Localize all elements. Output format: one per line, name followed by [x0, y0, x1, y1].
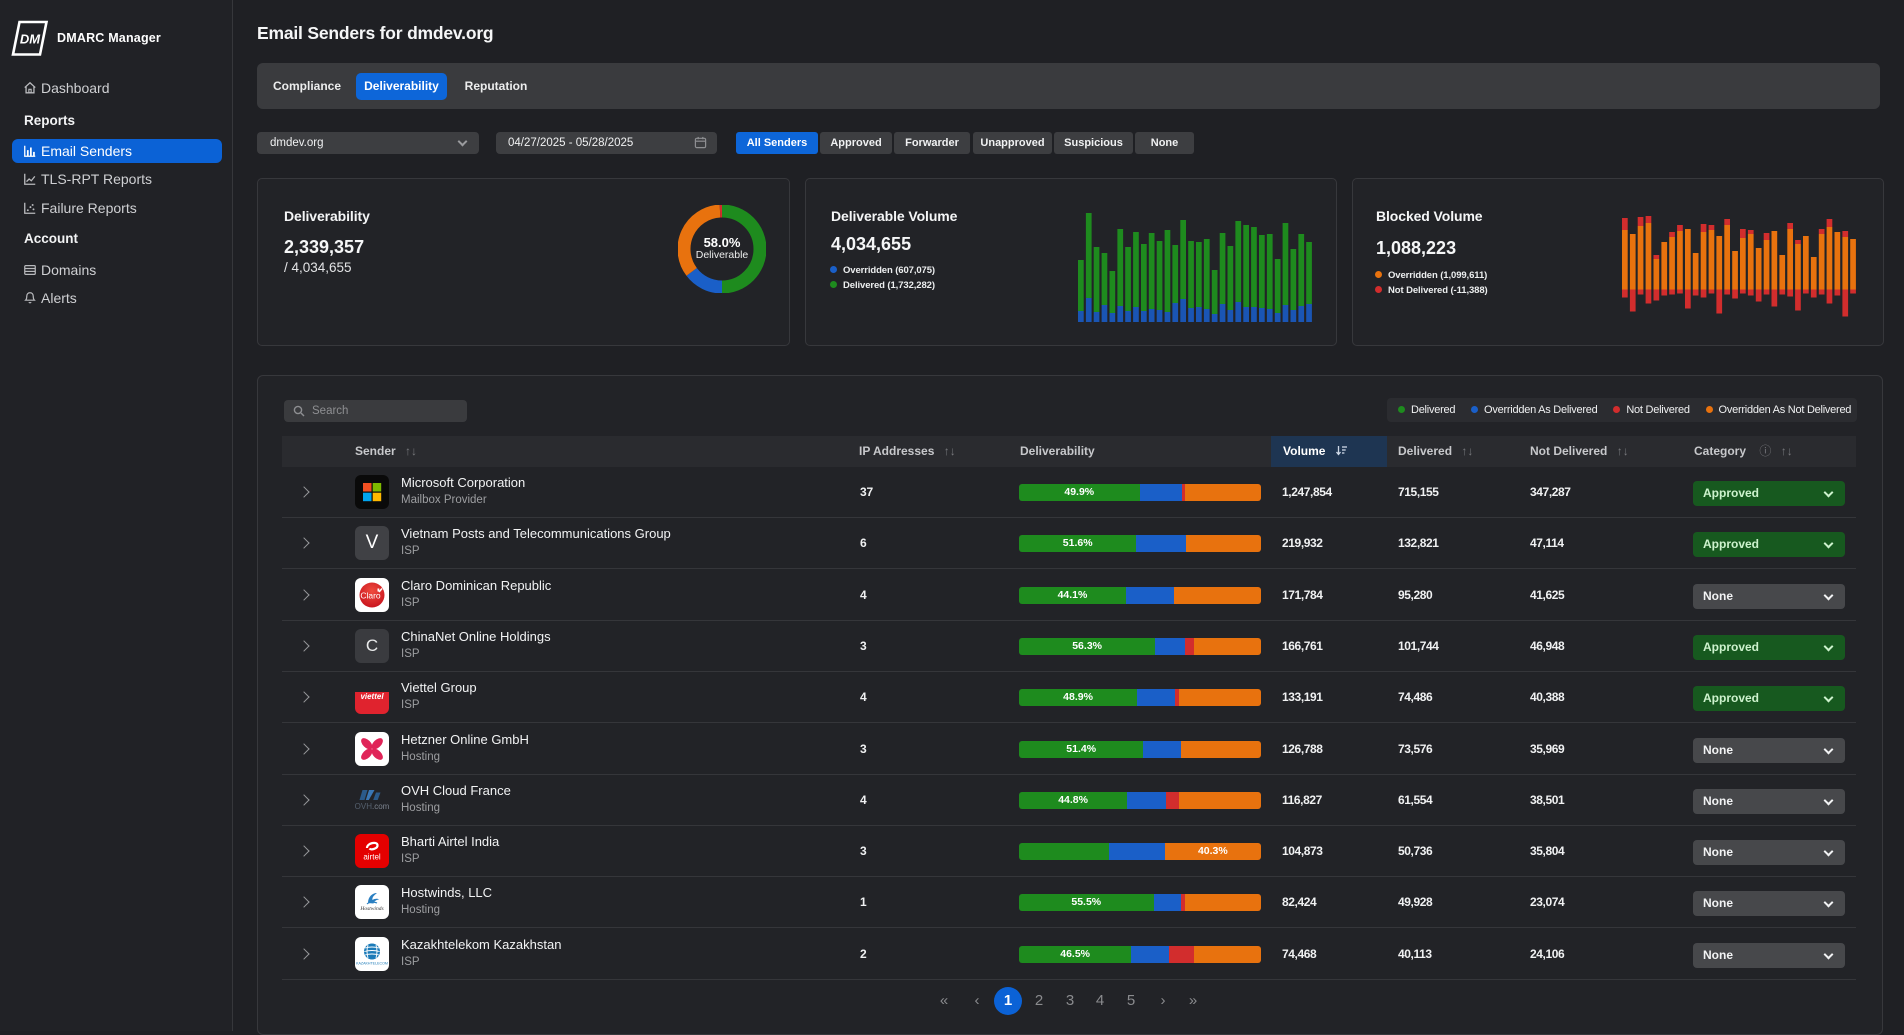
svg-text:DM: DM — [20, 32, 41, 47]
svg-text:OVH.com: OVH.com — [355, 802, 389, 811]
svg-text:Claro: Claro — [360, 591, 381, 601]
svg-text:KAZAKHTELECOM: KAZAKHTELECOM — [356, 962, 388, 966]
svg-text:Hostwinds: Hostwinds — [359, 906, 383, 912]
svg-text:airtel: airtel — [363, 853, 381, 862]
